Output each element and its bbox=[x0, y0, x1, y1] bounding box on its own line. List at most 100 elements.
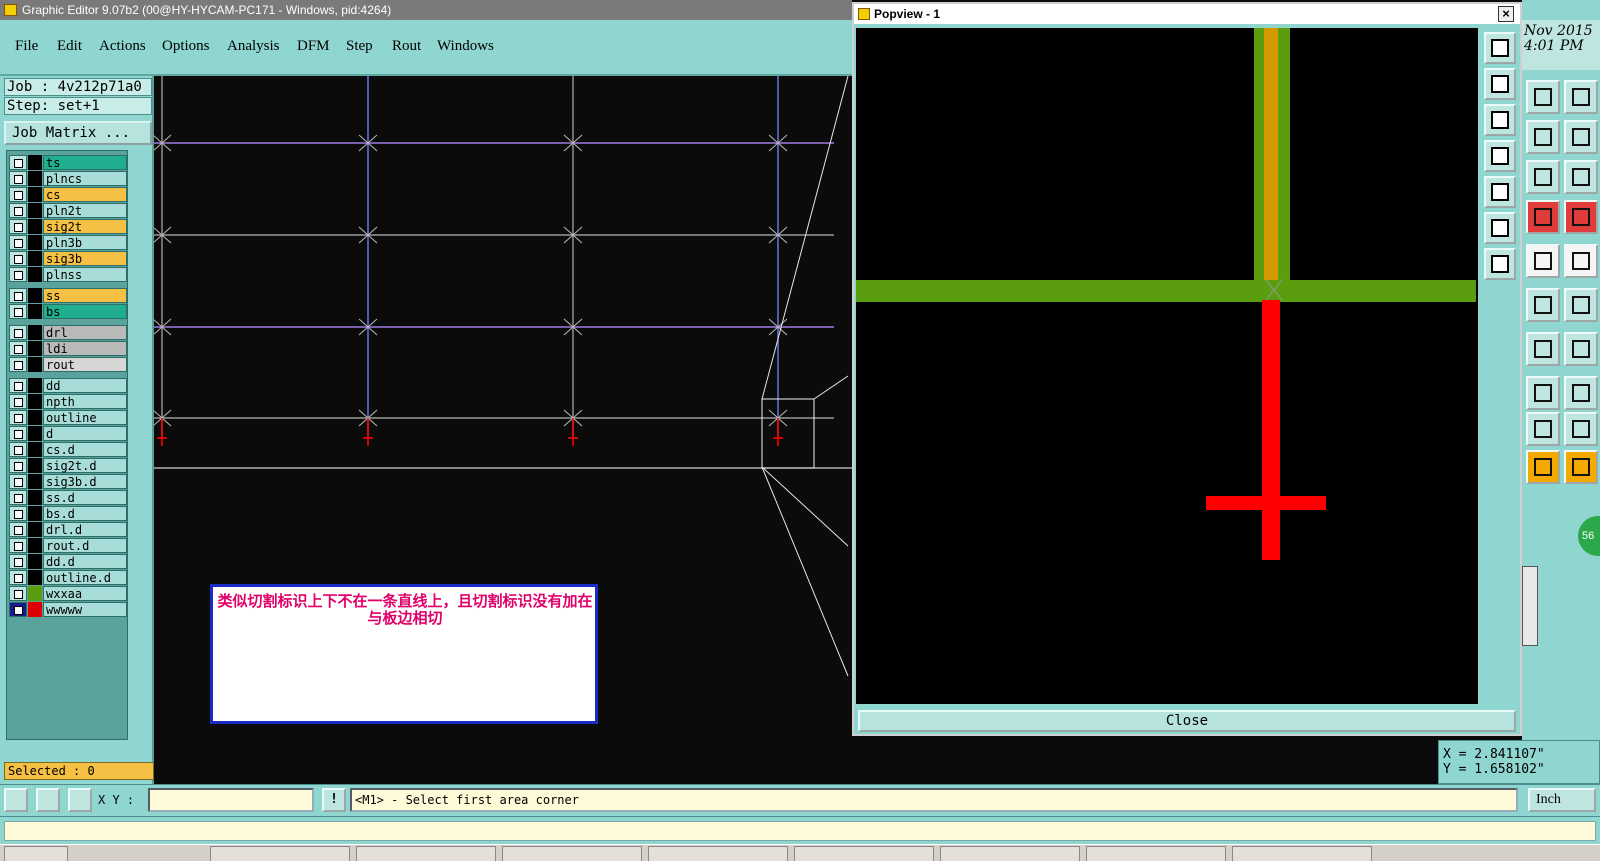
layer-checkbox[interactable] bbox=[9, 288, 27, 303]
trace-button[interactable] bbox=[1526, 412, 1560, 446]
layer-row[interactable]: cs bbox=[9, 187, 127, 202]
layer-checkbox[interactable] bbox=[9, 538, 27, 553]
layer-name[interactable]: dd.d bbox=[43, 554, 127, 569]
taskbar-item-1[interactable] bbox=[210, 846, 350, 861]
layer-row[interactable]: drl bbox=[9, 325, 127, 340]
layer-checkbox[interactable] bbox=[9, 267, 27, 282]
layer-name[interactable]: sig3b bbox=[43, 251, 127, 266]
layer-name[interactable]: pln3b bbox=[43, 235, 127, 250]
help-button[interactable] bbox=[1564, 160, 1598, 194]
layer-name[interactable]: rout.d bbox=[43, 538, 127, 553]
layer-name[interactable]: ldi bbox=[43, 341, 127, 356]
layer-row[interactable]: sig2t bbox=[9, 219, 127, 234]
layer-tool-button-2[interactable] bbox=[1564, 200, 1598, 234]
side-badge[interactable]: 56 bbox=[1578, 516, 1600, 556]
grid-tool-button[interactable] bbox=[68, 788, 92, 812]
taskbar-item-7[interactable] bbox=[1086, 846, 1226, 861]
popview-tool-6[interactable] bbox=[1484, 212, 1516, 244]
layer-row[interactable]: drl.d bbox=[9, 522, 127, 537]
layer-checkbox[interactable] bbox=[9, 490, 27, 505]
layer-row[interactable]: cs.d bbox=[9, 442, 127, 457]
angle-tool-button[interactable] bbox=[36, 788, 60, 812]
layer-name[interactable]: ss.d bbox=[43, 490, 127, 505]
layer-row[interactable]: rout.d bbox=[9, 538, 127, 553]
layer-name[interactable]: wwwww bbox=[43, 602, 127, 617]
layer-checkbox[interactable] bbox=[9, 341, 27, 356]
layer-checkbox[interactable] bbox=[9, 251, 27, 266]
select-button[interactable] bbox=[1526, 450, 1560, 484]
layer-name[interactable]: plncs bbox=[43, 171, 127, 186]
layer-checkbox[interactable] bbox=[9, 187, 27, 202]
taskbar-item-5[interactable] bbox=[794, 846, 934, 861]
layer-checkbox[interactable] bbox=[9, 474, 27, 489]
layer-name[interactable]: plnss bbox=[43, 267, 127, 282]
layer-row[interactable]: dd.d bbox=[9, 554, 127, 569]
layer-row[interactable]: ss bbox=[9, 288, 127, 303]
menu-dfm[interactable]: DFM bbox=[297, 38, 330, 55]
menu-file[interactable]: File bbox=[15, 38, 38, 55]
layer-checkbox[interactable] bbox=[9, 325, 27, 340]
trace-alt-button[interactable] bbox=[1564, 412, 1598, 446]
layer-row[interactable]: sig3b bbox=[9, 251, 127, 266]
connect-button[interactable] bbox=[1526, 288, 1560, 322]
menu-step[interactable]: Step bbox=[346, 38, 373, 55]
layer-checkbox[interactable] bbox=[9, 171, 27, 186]
layer-row[interactable]: wxxaa bbox=[9, 586, 127, 601]
units-selector[interactable]: Inch bbox=[1528, 788, 1596, 812]
layer-checkbox[interactable] bbox=[9, 442, 27, 457]
layer-checkbox[interactable] bbox=[9, 522, 27, 537]
layer-name[interactable]: sig2t bbox=[43, 219, 127, 234]
layer-row[interactable]: bs bbox=[9, 304, 127, 319]
layer-checkbox[interactable] bbox=[9, 586, 27, 601]
layer-row[interactable]: pln2t bbox=[9, 203, 127, 218]
layer-checkbox[interactable] bbox=[9, 378, 27, 393]
popview-tool-7[interactable] bbox=[1484, 248, 1516, 280]
measure-button[interactable] bbox=[1526, 376, 1560, 410]
layer-checkbox[interactable] bbox=[9, 602, 27, 617]
layer-row[interactable]: dd bbox=[9, 378, 127, 393]
layer-row[interactable]: wwwww bbox=[9, 602, 127, 617]
popview-tool-3[interactable] bbox=[1484, 104, 1516, 136]
layer-name[interactable]: outline.d bbox=[43, 570, 127, 585]
menu-actions[interactable]: Actions bbox=[99, 38, 146, 55]
layer-name[interactable]: outline bbox=[43, 410, 127, 425]
layer-row[interactable]: d bbox=[9, 426, 127, 441]
popview-tool-4[interactable] bbox=[1484, 140, 1516, 172]
layer-row[interactable]: plnss bbox=[9, 267, 127, 282]
alert-icon[interactable]: ! bbox=[322, 788, 346, 812]
layer-checkbox[interactable] bbox=[9, 304, 27, 319]
layer-row[interactable]: ts bbox=[9, 155, 127, 170]
layer-checkbox[interactable] bbox=[9, 357, 27, 372]
snap-button[interactable] bbox=[1564, 120, 1598, 154]
popview-tool-2[interactable] bbox=[1484, 68, 1516, 100]
layer-name[interactable]: drl.d bbox=[43, 522, 127, 537]
layer-row[interactable]: ss.d bbox=[9, 490, 127, 505]
undo-button[interactable] bbox=[1526, 120, 1560, 154]
resize-tool-button[interactable] bbox=[4, 788, 28, 812]
popview-canvas[interactable] bbox=[856, 28, 1478, 704]
layer-name[interactable]: d bbox=[43, 426, 127, 441]
layer-name[interactable]: ss bbox=[43, 288, 127, 303]
layer-name[interactable]: ts bbox=[43, 155, 127, 170]
layer-row[interactable]: sig3b.d bbox=[9, 474, 127, 489]
layer-checkbox[interactable] bbox=[9, 410, 27, 425]
layer-row[interactable]: bs.d bbox=[9, 506, 127, 521]
close-icon[interactable]: × bbox=[1498, 6, 1514, 22]
layer-row[interactable]: npth bbox=[9, 394, 127, 409]
taskbar-item-8[interactable] bbox=[1232, 846, 1372, 861]
layer-name[interactable]: sig2t.d bbox=[43, 458, 127, 473]
layer-name[interactable]: npth bbox=[43, 394, 127, 409]
menu-analysis[interactable]: Analysis bbox=[227, 38, 280, 55]
menu-edit[interactable]: Edit bbox=[57, 38, 82, 55]
layer-name[interactable]: dd bbox=[43, 378, 127, 393]
taskbar-item-2[interactable] bbox=[356, 846, 496, 861]
layer-name[interactable]: sig3b.d bbox=[43, 474, 127, 489]
layer-checkbox[interactable] bbox=[9, 426, 27, 441]
taskbar-item-4[interactable] bbox=[648, 846, 788, 861]
layer-checkbox[interactable] bbox=[9, 219, 27, 234]
layer-name[interactable]: cs.d bbox=[43, 442, 127, 457]
layer-name[interactable]: pln2t bbox=[43, 203, 127, 218]
layer-row[interactable]: outline bbox=[9, 410, 127, 425]
layer-name[interactable]: wxxaa bbox=[43, 586, 127, 601]
taskbar-item-6[interactable] bbox=[940, 846, 1080, 861]
